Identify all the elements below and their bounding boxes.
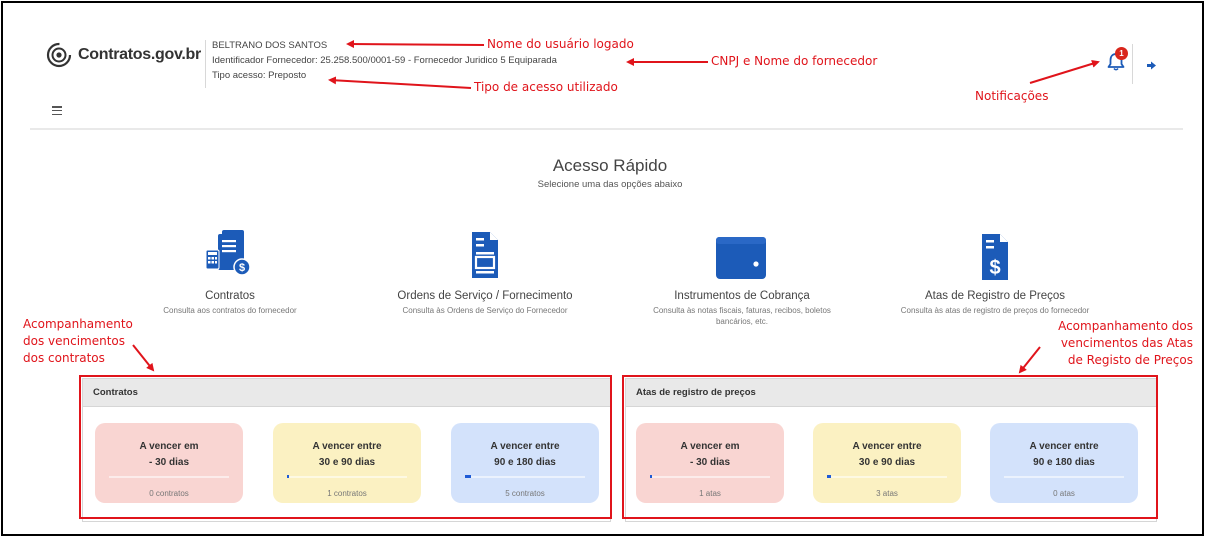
hamburger-menu-icon[interactable] xyxy=(52,106,62,116)
annotation-access: Tipo de acesso utilizado xyxy=(474,80,618,94)
annotation-box-atas xyxy=(622,375,1158,519)
card-ordens-servico[interactable]: Ordens de Serviço / Fornecimento Consult… xyxy=(375,228,595,328)
notifications-button[interactable]: 1 xyxy=(1106,47,1130,72)
annotation-notifications: Notificações xyxy=(975,89,1049,103)
annotation-contracts-tracking: Acompanhamento dos vencimentos dos contr… xyxy=(23,317,133,365)
svg-text:$: $ xyxy=(239,262,245,274)
header-divider-right xyxy=(1132,44,1133,84)
card-title: Atas de Registro de Preços xyxy=(925,290,1065,302)
price-document-icon: $ xyxy=(982,234,1008,280)
card-title: Instrumentos de Cobrança xyxy=(674,290,810,302)
logo-text: Contratos.gov.br xyxy=(78,46,201,63)
card-instrumentos-cobranca[interactable]: Instrumentos de Cobrança Consulta às not… xyxy=(632,228,852,343)
service-order-icon xyxy=(472,232,498,278)
quick-access-title: Acesso Rápido xyxy=(552,156,668,175)
svg-text:$: $ xyxy=(989,257,1000,279)
card-title: Contratos xyxy=(205,290,255,302)
quick-access-subtitle: Selecione uma das opções abaixo xyxy=(537,179,683,190)
annotation-cnpj: CNPJ e Nome do fornecedor xyxy=(711,54,878,68)
wallet-icon xyxy=(716,237,766,279)
annotation-atas-tracking: Acompanhamento dos vencimentos das Atas … xyxy=(1058,319,1193,367)
card-desc: Consulta aos contratos do fornecedor xyxy=(163,306,297,315)
logout-icon[interactable] xyxy=(1147,57,1157,75)
supplier-id: Identificador Fornecedor: 25.258.500/000… xyxy=(212,55,557,66)
header-divider xyxy=(205,40,206,88)
header-separator xyxy=(30,128,1183,130)
card-desc: Consulta às notas fiscais, faturas, reci… xyxy=(653,306,831,326)
annotation-box-contratos xyxy=(79,375,612,519)
card-desc: Consulta às atas de registro de preços d… xyxy=(900,306,1090,315)
annotation-user: Nome do usuário logado xyxy=(487,37,634,51)
contracts-icon: $ xyxy=(205,230,251,276)
logo-icon xyxy=(46,42,72,68)
card-atas-registro[interactable]: $ Atas de Registro de Preços Consulta às… xyxy=(880,228,1110,328)
card-desc: Consulta às Ordens de Serviço do Fornece… xyxy=(402,306,568,315)
card-contratos[interactable]: $ Contratos Consulta aos contratos do fo… xyxy=(130,228,330,328)
card-title: Ordens de Serviço / Fornecimento xyxy=(397,290,573,302)
notification-badge: 1 xyxy=(1115,47,1128,60)
logo[interactable]: Contratos.gov.br xyxy=(46,41,201,69)
